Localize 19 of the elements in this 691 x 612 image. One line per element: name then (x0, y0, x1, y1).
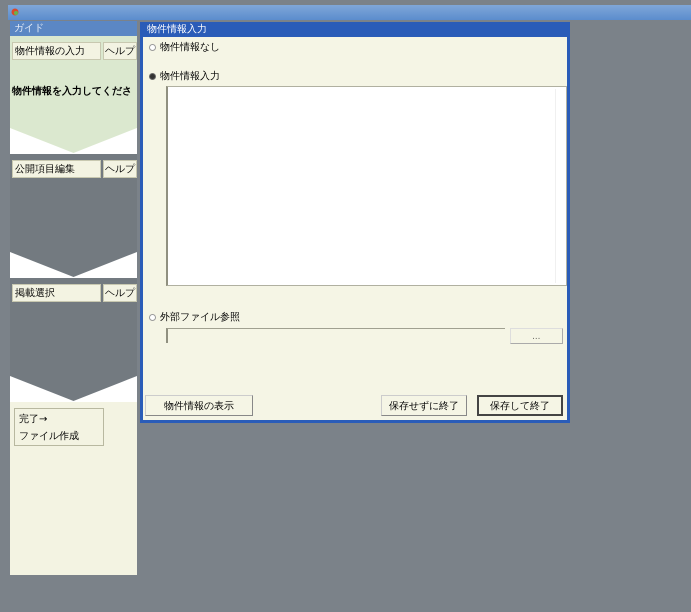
dialog-button[interactable]: 保存して終了 (477, 395, 563, 416)
radio-option[interactable]: 物件情報なし (149, 40, 563, 54)
radio-option[interactable]: 物件情報入力 (149, 69, 563, 83)
file-path-field[interactable] (166, 328, 505, 343)
step-message: 物件情報を入力してくださ (10, 84, 132, 98)
app-icon (11, 8, 19, 16)
dialog-button[interactable]: 保存せずに終了 (381, 395, 467, 416)
help-button[interactable]: ヘルプ (103, 42, 137, 60)
step-button[interactable]: 物件情報の入力 (12, 42, 101, 60)
panel-title: ガイド (10, 21, 137, 36)
help-button[interactable]: ヘルプ (103, 284, 137, 302)
radio-option[interactable]: 外部ファイル参照 (149, 310, 563, 324)
step-button[interactable]: 掲載選択 (12, 284, 101, 302)
help-button[interactable]: ヘルプ (103, 160, 137, 178)
browse-button[interactable]: ... (510, 328, 563, 344)
finish-button[interactable]: 完了→ ファイル作成 (14, 408, 104, 446)
dialog-title: 物件情報入力 (146, 22, 208, 37)
step-button[interactable]: 公開項目編集 (12, 160, 101, 178)
dialog-button[interactable]: 物件情報の表示 (145, 395, 253, 416)
